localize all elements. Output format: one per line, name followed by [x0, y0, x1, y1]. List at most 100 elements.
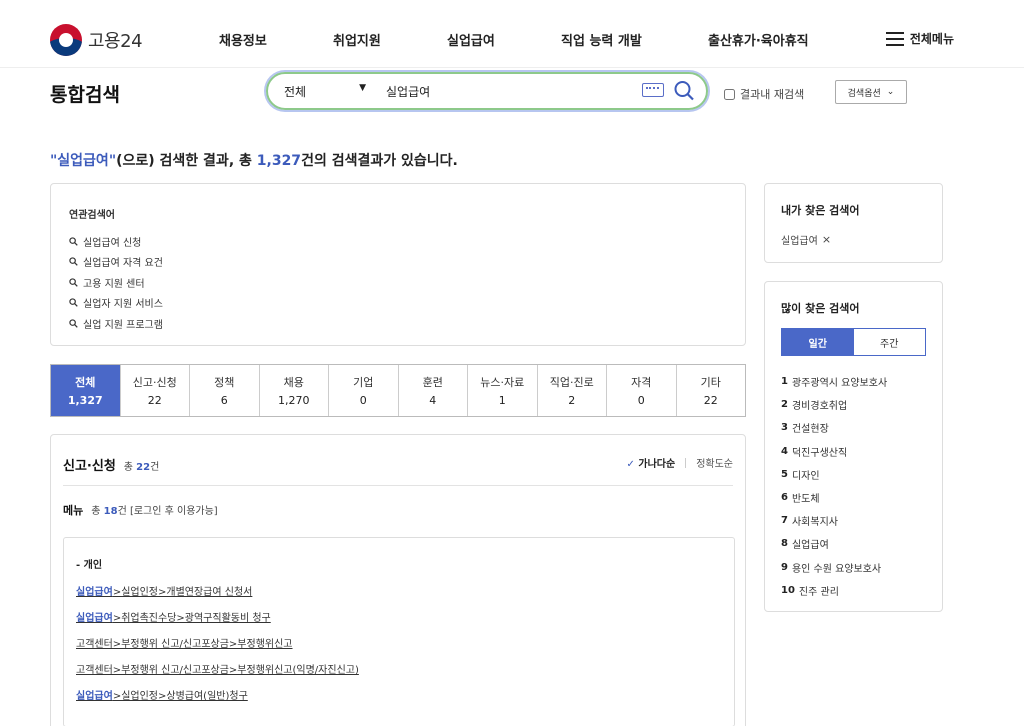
tab-weekly[interactable]: 주간	[854, 329, 926, 355]
popular-keyword-label: 건설현장	[791, 424, 829, 436]
related-keyword-item[interactable]: 실업급여 자격 요건	[69, 252, 727, 273]
scope-select[interactable]: 전체 ▼	[268, 83, 378, 100]
sort-divider	[685, 457, 687, 468]
sort-accuracy[interactable]: 정확도순	[696, 455, 733, 470]
tab-report-apply[interactable]: 신고·신청 22	[119, 365, 190, 416]
chevron-down-icon: ⌄	[886, 87, 895, 97]
search-icon[interactable]	[674, 79, 694, 103]
tab-recruitment[interactable]: 채용 1,270	[258, 365, 329, 416]
link-path: >취업촉진수당>광역구직활동비 청구	[112, 613, 271, 624]
tab-count: 2	[568, 394, 576, 407]
search-options-button[interactable]: 검색옵션 ⌄	[835, 80, 907, 104]
site-logo[interactable]: 고용24	[50, 24, 143, 56]
popular-keyword-list: 1 광주광역시 요양보호사 2 경비경호취업 3 건설현장 4 덕진구생산직 5 디자인 …	[781, 370, 926, 602]
popular-keyword-item[interactable]: 8 실업급여	[781, 532, 926, 555]
nav-item-unemployment-benefits[interactable]: 실업급여	[447, 30, 495, 49]
tab-other[interactable]: 기타 22	[675, 365, 746, 416]
menu-total: 총 18건 [로그인 후 이용가능]	[91, 502, 217, 517]
virtual-keyboard-icon[interactable]	[642, 83, 664, 97]
tab-all[interactable]: 전체 1,327	[51, 365, 120, 416]
tab-certification[interactable]: 자격 0	[606, 365, 676, 416]
hamburger-icon	[885, 31, 904, 46]
menu-result-link[interactable]: 고객센터>부정행위 신고/신고포상금>부정행위신고(익명/자진신고)	[76, 661, 722, 687]
my-searches-panel: 내가 찾은 검색어 실업급여 ×	[764, 183, 943, 263]
menu-result-link[interactable]: 실업급여>취업촉진수당>광역구직활동비 청구	[76, 609, 722, 635]
search-icon	[69, 278, 78, 287]
nav-item-jobs[interactable]: 채용정보	[219, 30, 267, 49]
link-path: 고객센터>부정행위 신고/신고포상금>부정행위신고	[76, 639, 293, 650]
related-keyword-label: 실업급여 신청	[83, 237, 142, 249]
rank-number: 1	[781, 376, 788, 388]
related-keywords-panel: 연관검색어 실업급여 신청 실업급여 자격 요건 고용 지원 센터 실업자 지원…	[50, 183, 746, 346]
tab-count: 1	[498, 394, 506, 407]
tab-count: 4	[429, 394, 437, 407]
menu-result-link[interactable]: 고객센터>부정행위 신고/신고포상금>부정행위신고	[76, 635, 722, 661]
my-search-item[interactable]: 실업급여 ×	[781, 232, 926, 247]
menu-result-link[interactable]: 실업급여>실업인정>상병급여(일반)청구	[76, 687, 722, 713]
tab-label: 직업·진로	[549, 376, 594, 389]
tab-daily[interactable]: 일간	[782, 329, 854, 355]
popular-searches-panel: 많이 찾은 검색어 일간 주간 1 광주광역시 요양보호사 2 경비경호취업 3 건설…	[764, 281, 943, 612]
related-keyword-label: 실업 지원 프로그램	[83, 319, 163, 331]
summary-count: 1,327	[256, 153, 302, 169]
menu-group-personal: - 개인	[76, 560, 103, 571]
total-suffix: 건	[150, 462, 160, 473]
popular-keyword-label: 경비경호취업	[791, 401, 848, 413]
scope-value: 전체	[284, 84, 307, 99]
tab-label: 전체	[75, 376, 96, 389]
popular-searches-title: 많이 찾은 검색어	[781, 302, 860, 315]
popular-keyword-item[interactable]: 7 사회복지사	[781, 509, 926, 532]
tab-count: 22	[703, 394, 718, 407]
popular-keyword-item[interactable]: 3 건설현장	[781, 416, 926, 439]
menu-result-link[interactable]: 실업급여>실업인정>개별연장급여 신청서	[76, 583, 722, 609]
rank-number: 7	[781, 515, 788, 527]
sort-alphabetical[interactable]: 가나다순	[627, 455, 675, 470]
research-in-results-toggle[interactable]: 결과내 재검색	[724, 86, 804, 102]
logo-text: 고용24	[88, 31, 143, 52]
taegeuk-logo-icon	[50, 24, 82, 56]
popular-keyword-item[interactable]: 4 덕진구생산직	[781, 440, 926, 463]
all-menu-button[interactable]: 전체메뉴	[885, 30, 954, 47]
popular-keyword-item[interactable]: 2 경비경호취업	[781, 393, 926, 416]
divider	[63, 485, 733, 486]
popular-keyword-item[interactable]: 1 광주광역시 요양보호사	[781, 370, 926, 393]
popular-keyword-item[interactable]: 10 진주 관리	[781, 579, 926, 602]
nav-item-employment-support[interactable]: 취업지원	[333, 30, 381, 49]
popular-keyword-label: 실업급여	[791, 540, 829, 552]
summary-text-1: (으로) 검색한 결과, 총	[116, 153, 257, 169]
popular-period-tabs: 일간 주간	[781, 328, 926, 356]
tab-label: 채용	[283, 376, 304, 389]
nav-item-parental-leave[interactable]: 출산휴가·육아휴직	[708, 30, 809, 49]
popular-keyword-item[interactable]: 5 디자인	[781, 463, 926, 486]
tab-career[interactable]: 직업·진로 2	[536, 365, 607, 416]
tab-news[interactable]: 뉴스·자료 1	[467, 365, 537, 416]
tab-company[interactable]: 기업 0	[328, 365, 398, 416]
related-keyword-item[interactable]: 고용 지원 센터	[69, 272, 727, 293]
site-header: 고용24 채용정보 취업지원 실업급여 직업 능력 개발 출산휴가·육아휴직 전…	[0, 0, 1024, 68]
tab-policy[interactable]: 정책 6	[189, 365, 259, 416]
popular-keyword-label: 사회복지사	[791, 517, 838, 529]
tab-label: 기타	[700, 376, 721, 389]
rank-number: 9	[781, 561, 788, 573]
total-count: 22	[136, 462, 151, 473]
popular-keyword-item[interactable]: 6 반도체	[781, 486, 926, 509]
tab-label: 기업	[353, 376, 374, 389]
link-keyword: 실업급여	[76, 691, 113, 702]
search-input[interactable]	[378, 84, 628, 98]
menu-prefix: 총	[91, 506, 104, 517]
results-section-title: 신고·신청	[63, 459, 116, 474]
related-keyword-item[interactable]: 실업 지원 프로그램	[69, 313, 727, 334]
popular-keyword-item[interactable]: 9 용인 수원 요양보호사	[781, 556, 926, 579]
research-checkbox[interactable]	[724, 88, 735, 100]
rank-number: 4	[781, 445, 788, 457]
menu-results-box: - 개인 실업급여>실업인정>개별연장급여 신청서 실업급여>취업촉진수당>광역…	[63, 537, 735, 726]
close-icon[interactable]: ×	[822, 233, 831, 246]
nav-item-vocational-training[interactable]: 직업 능력 개발	[561, 30, 642, 49]
tab-training[interactable]: 훈련 4	[397, 365, 468, 416]
my-searches-title: 내가 찾은 검색어	[781, 204, 860, 217]
summary-text-2: 건의 검색결과가 있습니다.	[301, 153, 458, 169]
related-keyword-label: 실업급여 자격 요건	[83, 258, 163, 270]
menu-result-header: 메뉴 총 18건 [로그인 후 이용가능]	[63, 502, 218, 518]
related-keyword-item[interactable]: 실업급여 신청	[69, 231, 727, 252]
related-keyword-item[interactable]: 실업자 지원 서비스	[69, 293, 727, 314]
